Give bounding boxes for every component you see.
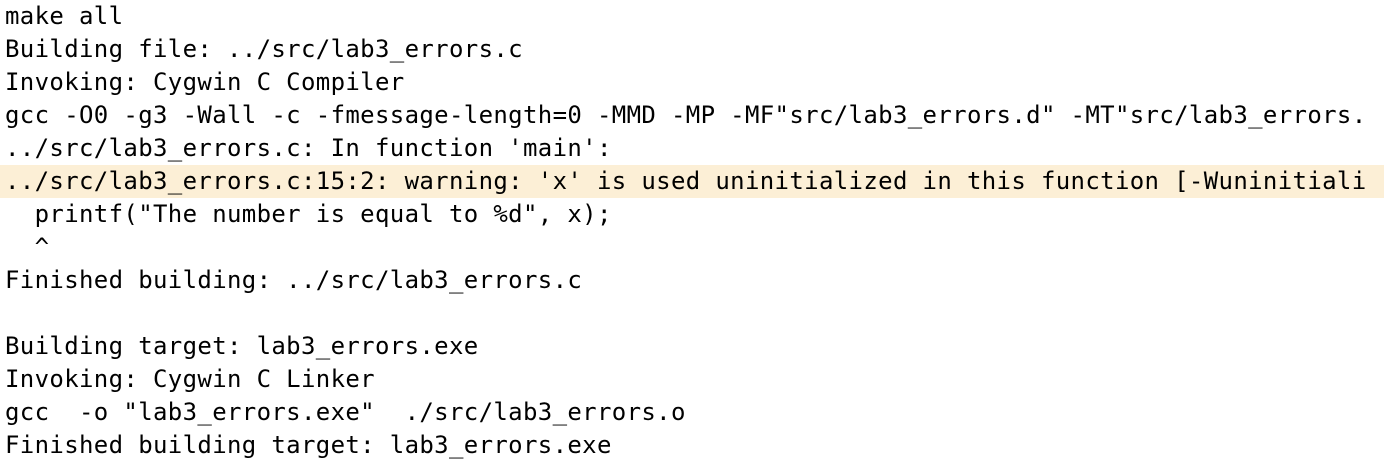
- console-line-finished-building-target: Finished building target: lab3_errors.ex…: [5, 431, 612, 459]
- console-line-building-target: Building target: lab3_errors.exe: [5, 332, 479, 360]
- console-line-building-file: Building file: ../src/lab3_errors.c: [5, 35, 523, 63]
- console-line-gcc-link-command: gcc -o "lab3_errors.exe" ./src/lab3_erro…: [5, 398, 686, 426]
- build-console-output: make all Building file: ../src/lab3_erro…: [0, 0, 1384, 466]
- console-line-invoking-compiler: Invoking: Cygwin C Compiler: [5, 68, 405, 96]
- console-line-gcc-compile-command: gcc -O0 -g3 -Wall -c -fmessage-length=0 …: [5, 101, 1367, 129]
- console-line-blank: [0, 297, 1384, 330]
- console-line-make-all: make all: [5, 2, 124, 30]
- console-line-finished-building-file: Finished building: ../src/lab3_errors.c: [5, 266, 583, 294]
- console-line-printf-source: printf("The number is equal to %d", x);: [5, 200, 612, 228]
- console-line-warning-uninitialized[interactable]: ../src/lab3_errors.c:15:2: warning: 'x' …: [0, 165, 1384, 198]
- console-line-caret: ^: [5, 233, 50, 261]
- console-line-in-function-main: ../src/lab3_errors.c: In function 'main'…: [5, 134, 612, 162]
- console-line-invoking-linker: Invoking: Cygwin C Linker: [5, 365, 375, 393]
